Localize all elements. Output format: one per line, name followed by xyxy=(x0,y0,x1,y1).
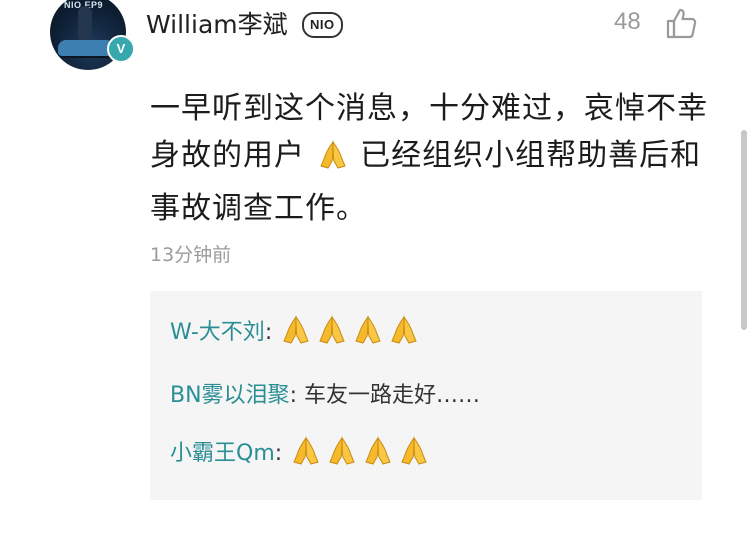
comment-timestamp: 13分钟前 xyxy=(150,244,232,266)
reply-emoji-group xyxy=(279,312,429,352)
nio-badge[interactable]: NIO xyxy=(302,12,343,38)
reply-item[interactable]: 小霸王Qm: xyxy=(170,433,439,473)
praying-hands-emoji xyxy=(316,137,350,185)
verified-icon: V xyxy=(107,35,135,63)
like-thumb-icon[interactable] xyxy=(664,6,698,40)
reply-emoji-group xyxy=(289,433,439,473)
reply-username[interactable]: W-大不刘 xyxy=(170,320,265,345)
reply-username[interactable]: BN雾以泪聚 xyxy=(170,383,290,408)
reply-list: W-大不刘: BN雾以泪聚: 车友一路走好…… 小霸王Qm: xyxy=(150,291,702,500)
reply-text: 车友一路走好…… xyxy=(303,383,480,408)
praying-hands-emoji xyxy=(293,436,427,465)
reply-separator: : xyxy=(289,383,304,408)
reply-item[interactable]: W-大不刘: xyxy=(170,312,429,352)
reply-item[interactable]: BN雾以泪聚: 车友一路走好…… xyxy=(170,377,480,409)
reply-separator: : xyxy=(274,441,290,466)
scrollbar[interactable] xyxy=(741,130,747,330)
praying-hands-emoji xyxy=(283,315,417,344)
reply-username[interactable]: 小霸王Qm xyxy=(170,441,275,466)
like-count: 48 xyxy=(614,8,641,35)
username[interactable]: William李斌 xyxy=(146,5,288,41)
comment-body: 一早听到这个消息，十分难过，哀悼不幸身故的用户 已经组织小组帮助善后和事故调查工… xyxy=(150,85,710,232)
avatar-person xyxy=(78,6,92,40)
reply-separator: : xyxy=(264,320,280,345)
